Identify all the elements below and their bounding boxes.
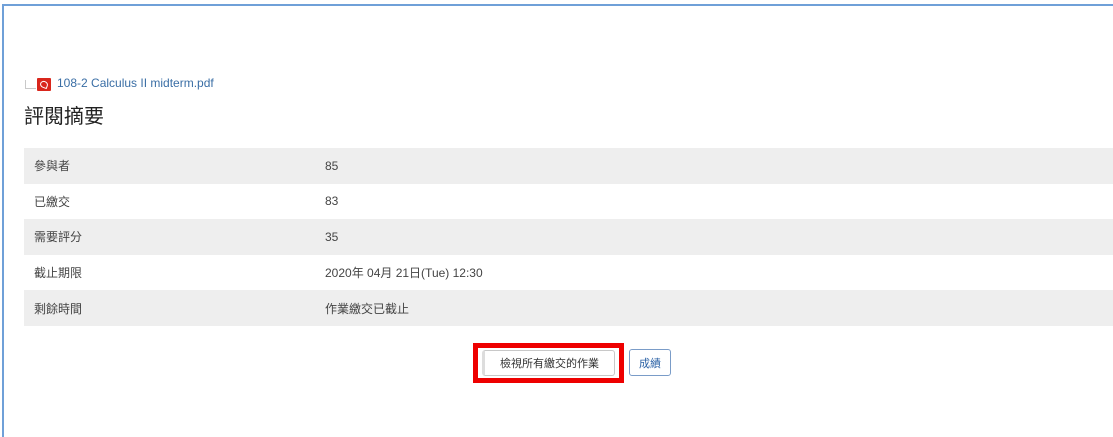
file-link[interactable]: 108-2 Calculus II midterm.pdf: [57, 76, 214, 90]
pdf-icon[interactable]: [37, 78, 51, 91]
table-row: 截止期限 2020年 04月 21日(Tue) 12:30: [24, 255, 1113, 291]
grading-summary-table: 參與者 85 已繳交 83 需要評分 35 截止期限 2020年 04月 21日…: [24, 148, 1113, 326]
view-all-submissions-button[interactable]: 檢視所有繳交的作業: [482, 350, 615, 376]
row-value: 83: [325, 194, 339, 209]
row-value: 35: [324, 219, 1113, 255]
row-value: 85: [324, 148, 1113, 184]
row-label: 需要評分: [24, 219, 324, 255]
table-row: 剩餘時間 作業繳交已截止: [24, 290, 1113, 326]
row-label: 已繳交: [34, 194, 71, 209]
tree-connector: [25, 80, 36, 89]
row-label: 剩餘時間: [24, 290, 324, 326]
table-row: 參與者 85: [24, 148, 1113, 184]
table-row: 需要評分 35: [24, 219, 1113, 255]
grade-button[interactable]: 成績: [629, 349, 671, 376]
page-title: 評閱摘要: [24, 104, 104, 128]
row-value: 2020年 04月 21日(Tue) 12:30: [325, 266, 483, 281]
row-label: 截止期限: [34, 266, 83, 281]
row-value: 作業繳交已截止: [324, 290, 1113, 326]
table-row: 已繳交 83: [24, 184, 1113, 220]
row-label: 參與者: [24, 148, 324, 184]
